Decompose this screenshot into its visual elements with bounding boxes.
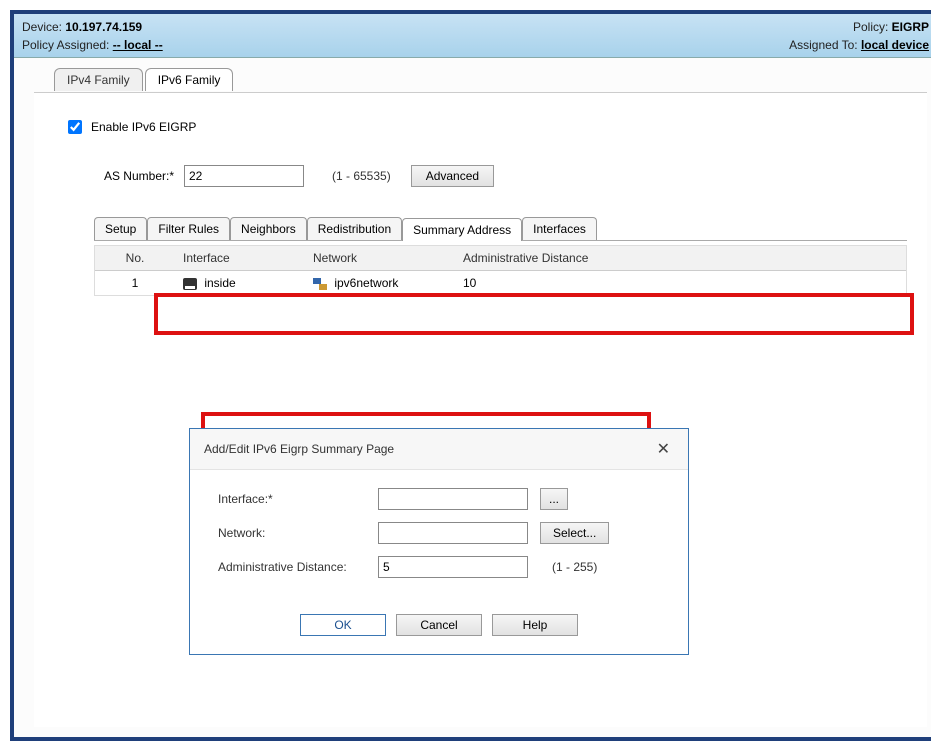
cancel-button[interactable]: Cancel <box>396 614 482 636</box>
interface-browse-button[interactable]: ... <box>540 488 568 510</box>
sub-tab-redistribution[interactable]: Redistribution <box>307 217 402 240</box>
col-admin-distance[interactable]: Administrative Distance <box>455 246 906 271</box>
app-window: Device: 10.197.74.159 Policy Assigned: -… <box>10 10 931 741</box>
dialog-buttons: OK Cancel Help <box>190 598 688 654</box>
enable-ipv6-eigrp-checkbox[interactable] <box>68 120 82 134</box>
dialog-titlebar: Add/Edit IPv6 Eigrp Summary Page ✕ <box>190 429 688 470</box>
dialog-body: Interface:* ... Network: Select... Admin… <box>190 470 688 598</box>
admin-distance-row: Administrative Distance: (1 - 255) <box>218 556 666 578</box>
admin-distance-input[interactable] <box>378 556 528 578</box>
device-label: Device: <box>22 20 65 34</box>
sub-tab-summary-address[interactable]: Summary Address <box>402 218 522 241</box>
cell-interface-text: inside <box>204 276 235 290</box>
as-number-row: AS Number:* (1 - 65535) Advanced <box>94 165 907 187</box>
sub-tab-setup[interactable]: Setup <box>94 217 147 240</box>
network-icon <box>313 278 327 290</box>
admin-distance-range: (1 - 255) <box>552 560 597 574</box>
interface-input[interactable] <box>378 488 528 510</box>
interface-row: Interface:* ... <box>218 488 666 510</box>
sub-tab-filter-rules[interactable]: Filter Rules <box>147 217 230 240</box>
cell-no: 1 <box>95 271 175 296</box>
content-area: IPv4 Family IPv6 Family Enable IPv6 EIGR… <box>14 58 931 737</box>
enable-ipv6-eigrp-row: Enable IPv6 EIGRP <box>64 117 907 137</box>
col-network[interactable]: Network <box>305 246 455 271</box>
device-value: 10.197.74.159 <box>65 20 142 34</box>
sub-tabs: Setup Filter Rules Neighbors Redistribut… <box>94 217 907 241</box>
network-label: Network: <box>218 526 378 540</box>
as-number-input[interactable] <box>184 165 304 187</box>
header-bar: Device: 10.197.74.159 Policy Assigned: -… <box>14 14 931 58</box>
cell-network-text: ipv6network <box>334 276 398 290</box>
ok-button[interactable]: OK <box>300 614 386 636</box>
as-number-label: AS Number:* <box>94 169 174 183</box>
sub-tab-neighbors[interactable]: Neighbors <box>230 217 307 240</box>
col-interface[interactable]: Interface <box>175 246 305 271</box>
advanced-button[interactable]: Advanced <box>411 165 494 187</box>
admin-distance-label: Administrative Distance: <box>218 560 378 574</box>
enable-ipv6-eigrp-label: Enable IPv6 EIGRP <box>91 120 196 134</box>
add-edit-summary-dialog: Add/Edit IPv6 Eigrp Summary Page ✕ Inter… <box>189 428 689 655</box>
close-icon[interactable]: ✕ <box>653 439 674 459</box>
assigned-to-label: Assigned To: <box>789 38 861 52</box>
header-left: Device: 10.197.74.159 Policy Assigned: -… <box>22 18 163 53</box>
network-input[interactable] <box>378 522 528 544</box>
as-number-range: (1 - 65535) <box>332 169 391 183</box>
cell-network: ipv6network <box>305 271 455 296</box>
policy-value: EIGRP <box>892 20 929 34</box>
cell-interface: inside <box>175 271 305 296</box>
summary-table: No. Interface Network Administrative Dis… <box>94 245 907 296</box>
family-tabs: IPv4 Family IPv6 Family <box>54 68 235 91</box>
network-row: Network: Select... <box>218 522 666 544</box>
header-right: Policy: EIGRP Assigned To: local device <box>789 18 929 53</box>
cell-admin-distance: 10 <box>455 271 906 296</box>
col-no[interactable]: No. <box>95 246 175 271</box>
tab-ipv6-family[interactable]: IPv6 Family <box>145 68 234 91</box>
network-select-button[interactable]: Select... <box>540 522 609 544</box>
policy-assigned-link[interactable]: -- local -- <box>113 38 163 52</box>
help-button[interactable]: Help <box>492 614 578 636</box>
interface-icon <box>183 278 197 290</box>
assigned-to-link[interactable]: local device <box>861 38 929 52</box>
sub-tabs-wrapper: Setup Filter Rules Neighbors Redistribut… <box>94 217 907 241</box>
policy-label: Policy: <box>853 20 892 34</box>
table-header-row: No. Interface Network Administrative Dis… <box>95 246 906 271</box>
tab-ipv4-family[interactable]: IPv4 Family <box>54 68 143 91</box>
dialog-title-text: Add/Edit IPv6 Eigrp Summary Page <box>204 442 394 456</box>
policy-assigned-label: Policy Assigned: <box>22 38 113 52</box>
table-row[interactable]: 1 inside ipv6network 10 <box>95 271 906 296</box>
sub-tab-interfaces[interactable]: Interfaces <box>522 217 597 240</box>
interface-label: Interface:* <box>218 492 378 506</box>
